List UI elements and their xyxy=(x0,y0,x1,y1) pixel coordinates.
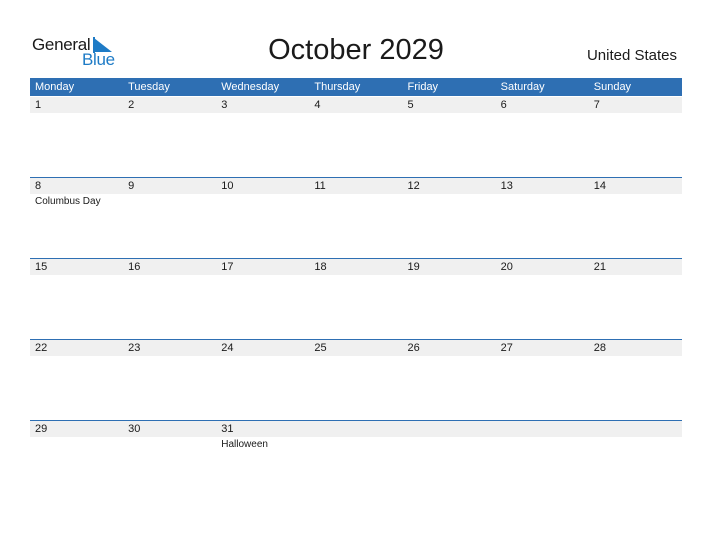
week-row: 29 30 31 Halloween xyxy=(30,420,682,501)
day-cell xyxy=(496,420,589,501)
day-number: 25 xyxy=(314,342,327,354)
day-number: 29 xyxy=(35,423,48,435)
weekday-tuesday: Tuesday xyxy=(128,81,170,93)
day-cell: 4 xyxy=(309,96,402,177)
day-number: 8 xyxy=(35,180,42,192)
day-number: 13 xyxy=(500,180,513,192)
day-cell: 21 xyxy=(589,258,682,339)
day-cell: 24 xyxy=(216,339,309,420)
day-cell: 22 xyxy=(30,339,123,420)
day-number: 28 xyxy=(593,342,606,354)
day-number: 6 xyxy=(500,99,507,111)
day-number: 16 xyxy=(128,261,141,273)
day-cell xyxy=(589,420,682,501)
weekday-saturday: Saturday xyxy=(500,81,545,93)
day-number: 4 xyxy=(314,99,321,111)
day-number: 5 xyxy=(407,99,414,111)
day-number: 1 xyxy=(35,99,42,111)
day-cell: 16 xyxy=(123,258,216,339)
weekday-thursday: Thursday xyxy=(314,81,361,93)
day-cell: 31 Halloween xyxy=(216,420,309,501)
weekday-wednesday: Wednesday xyxy=(221,81,280,93)
day-cell: 28 xyxy=(589,339,682,420)
day-cell: 29 xyxy=(30,420,123,501)
day-cell xyxy=(403,420,496,501)
day-cell: 14 xyxy=(589,177,682,258)
holiday-label: Halloween xyxy=(221,439,268,450)
day-cell: 17 xyxy=(216,258,309,339)
day-cell: 11 xyxy=(309,177,402,258)
day-cell: 12 xyxy=(403,177,496,258)
day-number: 22 xyxy=(35,342,48,354)
day-number: 23 xyxy=(128,342,141,354)
day-number: 11 xyxy=(314,180,326,192)
day-cell: 26 xyxy=(403,339,496,420)
day-number: 27 xyxy=(500,342,513,354)
day-cell: 13 xyxy=(496,177,589,258)
day-number: 20 xyxy=(500,261,513,273)
day-cell: 27 xyxy=(496,339,589,420)
day-cell: 8 Columbus Day xyxy=(30,177,123,258)
country-label: United States xyxy=(586,47,677,64)
week-row: 22 23 24 25 26 27 28 xyxy=(30,339,682,420)
day-cell: 19 xyxy=(403,258,496,339)
day-cell: 20 xyxy=(496,258,589,339)
day-cell: 3 xyxy=(216,96,309,177)
day-cell: 15 xyxy=(30,258,123,339)
week-row: 15 16 17 18 19 20 21 xyxy=(30,258,682,339)
day-number: 19 xyxy=(407,261,420,273)
day-cell: 2 xyxy=(123,96,216,177)
weekday-friday: Friday xyxy=(407,81,439,93)
day-number: 26 xyxy=(407,342,420,354)
day-number: 7 xyxy=(593,99,600,111)
day-number: 18 xyxy=(314,261,327,273)
day-cell xyxy=(309,420,402,501)
day-cell: 18 xyxy=(309,258,402,339)
week-row: 1 2 3 4 5 6 7 xyxy=(30,96,682,177)
day-number: 14 xyxy=(593,180,606,192)
holiday-label: Columbus Day xyxy=(35,196,101,207)
day-number: 2 xyxy=(128,99,135,111)
day-number: 30 xyxy=(128,423,141,435)
day-number: 17 xyxy=(221,261,234,273)
day-number: 15 xyxy=(35,261,48,273)
day-cell: 30 xyxy=(123,420,216,501)
day-cell: 1 xyxy=(30,96,123,177)
weekday-header: Monday Tuesday Wednesday Thursday Friday Satu… xyxy=(30,78,682,96)
day-cell: 6 xyxy=(496,96,589,177)
week-row: 8 Columbus Day 9 10 11 12 13 14 xyxy=(30,177,682,258)
day-number: 9 xyxy=(128,180,135,192)
day-number: 10 xyxy=(221,180,234,192)
day-cell: 9 xyxy=(123,177,216,258)
day-number: 3 xyxy=(221,99,228,111)
day-cell: 5 xyxy=(403,96,496,177)
day-number: 24 xyxy=(221,342,234,354)
weekday-sunday: Sunday xyxy=(593,81,632,93)
weekday-monday: Monday xyxy=(35,81,75,93)
day-number: 31 xyxy=(221,423,234,435)
day-cell: 25 xyxy=(309,339,402,420)
day-number: 21 xyxy=(593,261,606,273)
day-cell: 7 xyxy=(589,96,682,177)
day-number: 12 xyxy=(407,180,420,192)
day-cell: 23 xyxy=(123,339,216,420)
day-cell: 10 xyxy=(216,177,309,258)
